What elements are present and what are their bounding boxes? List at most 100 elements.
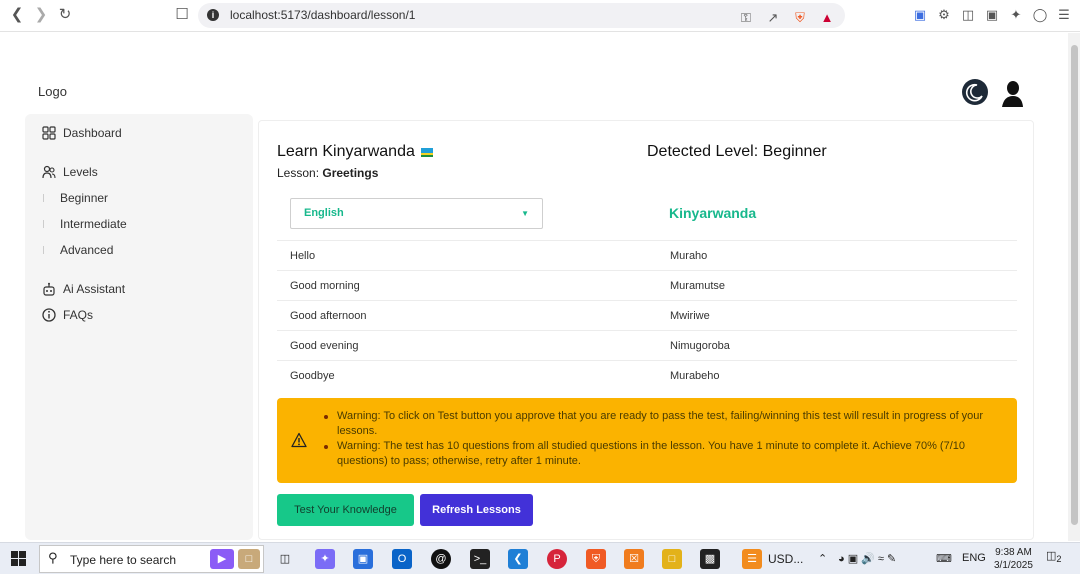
rwanda-flag-icon <box>420 147 433 157</box>
tree-line <box>43 220 44 228</box>
leo-icon[interactable]: ✦ <box>1008 7 1024 23</box>
detected-level: Detected Level: Beginner <box>647 143 827 160</box>
wallet-icon[interactable]: ▣ <box>984 7 1000 23</box>
pinterest-icon[interactable]: P <box>547 549 567 569</box>
sidebar-subitem-advanced[interactable]: Advanced <box>60 243 113 257</box>
sidebar-item-levels[interactable]: Levels <box>42 165 98 179</box>
back-icon[interactable]: ❮ <box>8 6 26 24</box>
reload-icon[interactable]: ↻ <box>56 6 74 24</box>
kinyarwanda-phrase: Mwiriwe <box>670 310 710 322</box>
search-placeholder: Type here to search <box>70 553 177 567</box>
page-scrollbar[interactable] <box>1068 33 1080 541</box>
table-row: Good evening Nimugoroba <box>277 330 1017 360</box>
theme-toggle-button[interactable] <box>962 79 988 105</box>
english-phrase: Good evening <box>290 340 359 352</box>
copilot-icon[interactable]: ✦ <box>315 549 335 569</box>
table-row: Good afternoon Mwiriwe <box>277 300 1017 330</box>
kinyarwanda-phrase: Murabeho <box>670 370 720 382</box>
logo[interactable]: Logo <box>38 84 67 99</box>
sidebar-subitem-beginner[interactable]: Beginner <box>60 191 108 205</box>
menu-icon[interactable]: ☰ <box>1056 7 1072 23</box>
refresh-lessons-button[interactable]: Refresh Lessons <box>420 494 533 526</box>
info-icon <box>42 308 56 322</box>
sidebar-item-dashboard[interactable]: Dashboard <box>42 126 122 140</box>
sidebar-item-label: FAQs <box>63 308 94 322</box>
warning-icon <box>291 432 307 448</box>
taskbar-search-input[interactable]: ⚲ Type here to search ▶ □ <box>39 545 264 573</box>
tree-line <box>43 246 44 254</box>
english-phrase: Good morning <box>290 280 360 292</box>
sidebar-item-faqs[interactable]: FAQs <box>42 308 93 322</box>
lesson-name: Greetings <box>322 166 379 180</box>
clock[interactable]: 9:38 AM 3/1/2025 <box>994 546 1033 572</box>
folder-art-icon: □ <box>238 549 260 569</box>
test-knowledge-button[interactable]: Test Your Knowledge <box>277 494 414 526</box>
cmd-icon[interactable]: ▩ <box>700 549 720 569</box>
search-icon: ⚲ <box>48 550 58 565</box>
notification-icon[interactable]: ◫2 <box>1046 549 1062 564</box>
tray-chevron-icon[interactable]: ⌃ <box>818 552 827 565</box>
warning-item: Warning: To click on Test button you app… <box>322 409 1012 439</box>
vscode-icon[interactable]: ❮ <box>508 549 528 569</box>
moon-icon <box>966 83 983 102</box>
url-text[interactable]: localhost:5173/dashboard/lesson/1 <box>230 8 415 22</box>
warning-list: Warning: To click on Test button you app… <box>322 409 1012 469</box>
table-row: Goodbye Murabeho <box>277 360 1017 390</box>
users-icon <box>42 165 56 179</box>
user-avatar-icon <box>1002 81 1023 107</box>
sidebar-toggle-icon[interactable]: ◫ <box>960 7 976 23</box>
task-view-icon[interactable]: ◫ <box>275 549 295 569</box>
sidebar: Dashboard Levels Beginner Intermediate A… <box>25 114 253 540</box>
share-icon[interactable]: ↗ <box>765 10 781 26</box>
sidebar-item-label: Levels <box>63 165 98 179</box>
forward-icon[interactable]: ❯ <box>32 6 50 24</box>
english-phrase: Goodbye <box>290 370 335 382</box>
english-phrase: Hello <box>290 250 316 262</box>
kinyarwanda-phrase: Nimugoroba <box>670 340 730 352</box>
vpn-icon[interactable]: ◯ <box>1032 7 1048 23</box>
chevron-down-icon: ▼ <box>521 209 529 218</box>
language-select-value: English <box>304 207 344 219</box>
brave-shield-icon[interactable]: ⛨ <box>792 10 808 26</box>
target-language-header: Kinyarwanda <box>669 205 757 221</box>
puzzle-icon[interactable]: ⚙ <box>936 7 952 23</box>
english-phrase: Good afternoon <box>290 310 367 322</box>
app-icon[interactable]: ☰ <box>742 549 762 569</box>
grid-icon <box>42 126 56 140</box>
language-select[interactable]: English ▼ <box>290 198 543 229</box>
scroll-thumb[interactable] <box>1071 45 1078 525</box>
xampp-icon[interactable]: ☒ <box>624 549 644 569</box>
brave-icon[interactable]: ⛨ <box>586 549 606 569</box>
terminal-icon[interactable]: >_ <box>470 549 490 569</box>
threads-icon[interactable]: @ <box>431 549 451 569</box>
site-info-icon[interactable]: i <box>207 9 219 21</box>
page-title: Learn Kinyarwanda <box>277 143 433 161</box>
tree-line <box>43 194 44 202</box>
time: 9:38 AM <box>995 547 1032 558</box>
sidebar-item-ai-assistant[interactable]: Ai Assistant <box>42 282 125 296</box>
windows-taskbar: ⚲ Type here to search ▶ □ ◫ ✦ ▣ O @ >_ ❮… <box>0 542 1080 574</box>
kinyarwanda-phrase: Muramutse <box>670 280 726 292</box>
windows-start-icon[interactable] <box>11 551 26 566</box>
lesson-subtitle: Lesson: Greetings <box>277 166 378 180</box>
lesson-title: Learn Kinyarwanda <box>277 143 415 160</box>
lesson-panel: Learn Kinyarwanda Lesson: Greetings Dete… <box>258 120 1034 540</box>
keyboard-icon[interactable]: ⌨ <box>936 552 952 565</box>
rewards-icon[interactable]: ▲ <box>819 10 835 26</box>
sidebar-subitem-intermediate[interactable]: Intermediate <box>60 217 127 231</box>
language-indicator[interactable]: ENG <box>962 552 986 564</box>
avatar[interactable] <box>999 79 1025 107</box>
tray-icons[interactable]: ◕ ▣ 🔊 ≈ ✎ <box>838 552 896 565</box>
bookmark-icon[interactable]: ☐ <box>173 6 191 24</box>
store-icon[interactable]: ▣ <box>353 549 373 569</box>
robot-icon <box>43 282 55 296</box>
file-explorer-icon[interactable]: □ <box>662 549 682 569</box>
kinyarwanda-phrase: Muraho <box>670 250 708 262</box>
app-label[interactable]: USD... <box>768 552 803 566</box>
extension-icon[interactable]: ▣ <box>912 7 928 23</box>
sidebar-item-label: Ai Assistant <box>63 282 126 296</box>
address-bar[interactable]: i localhost:5173/dashboard/lesson/1 ⚿ ↗ … <box>198 3 845 28</box>
table-row: Good morning Muramutse <box>277 270 1017 300</box>
outlook-icon[interactable]: O <box>392 549 412 569</box>
key-icon[interactable]: ⚿ <box>738 10 754 26</box>
